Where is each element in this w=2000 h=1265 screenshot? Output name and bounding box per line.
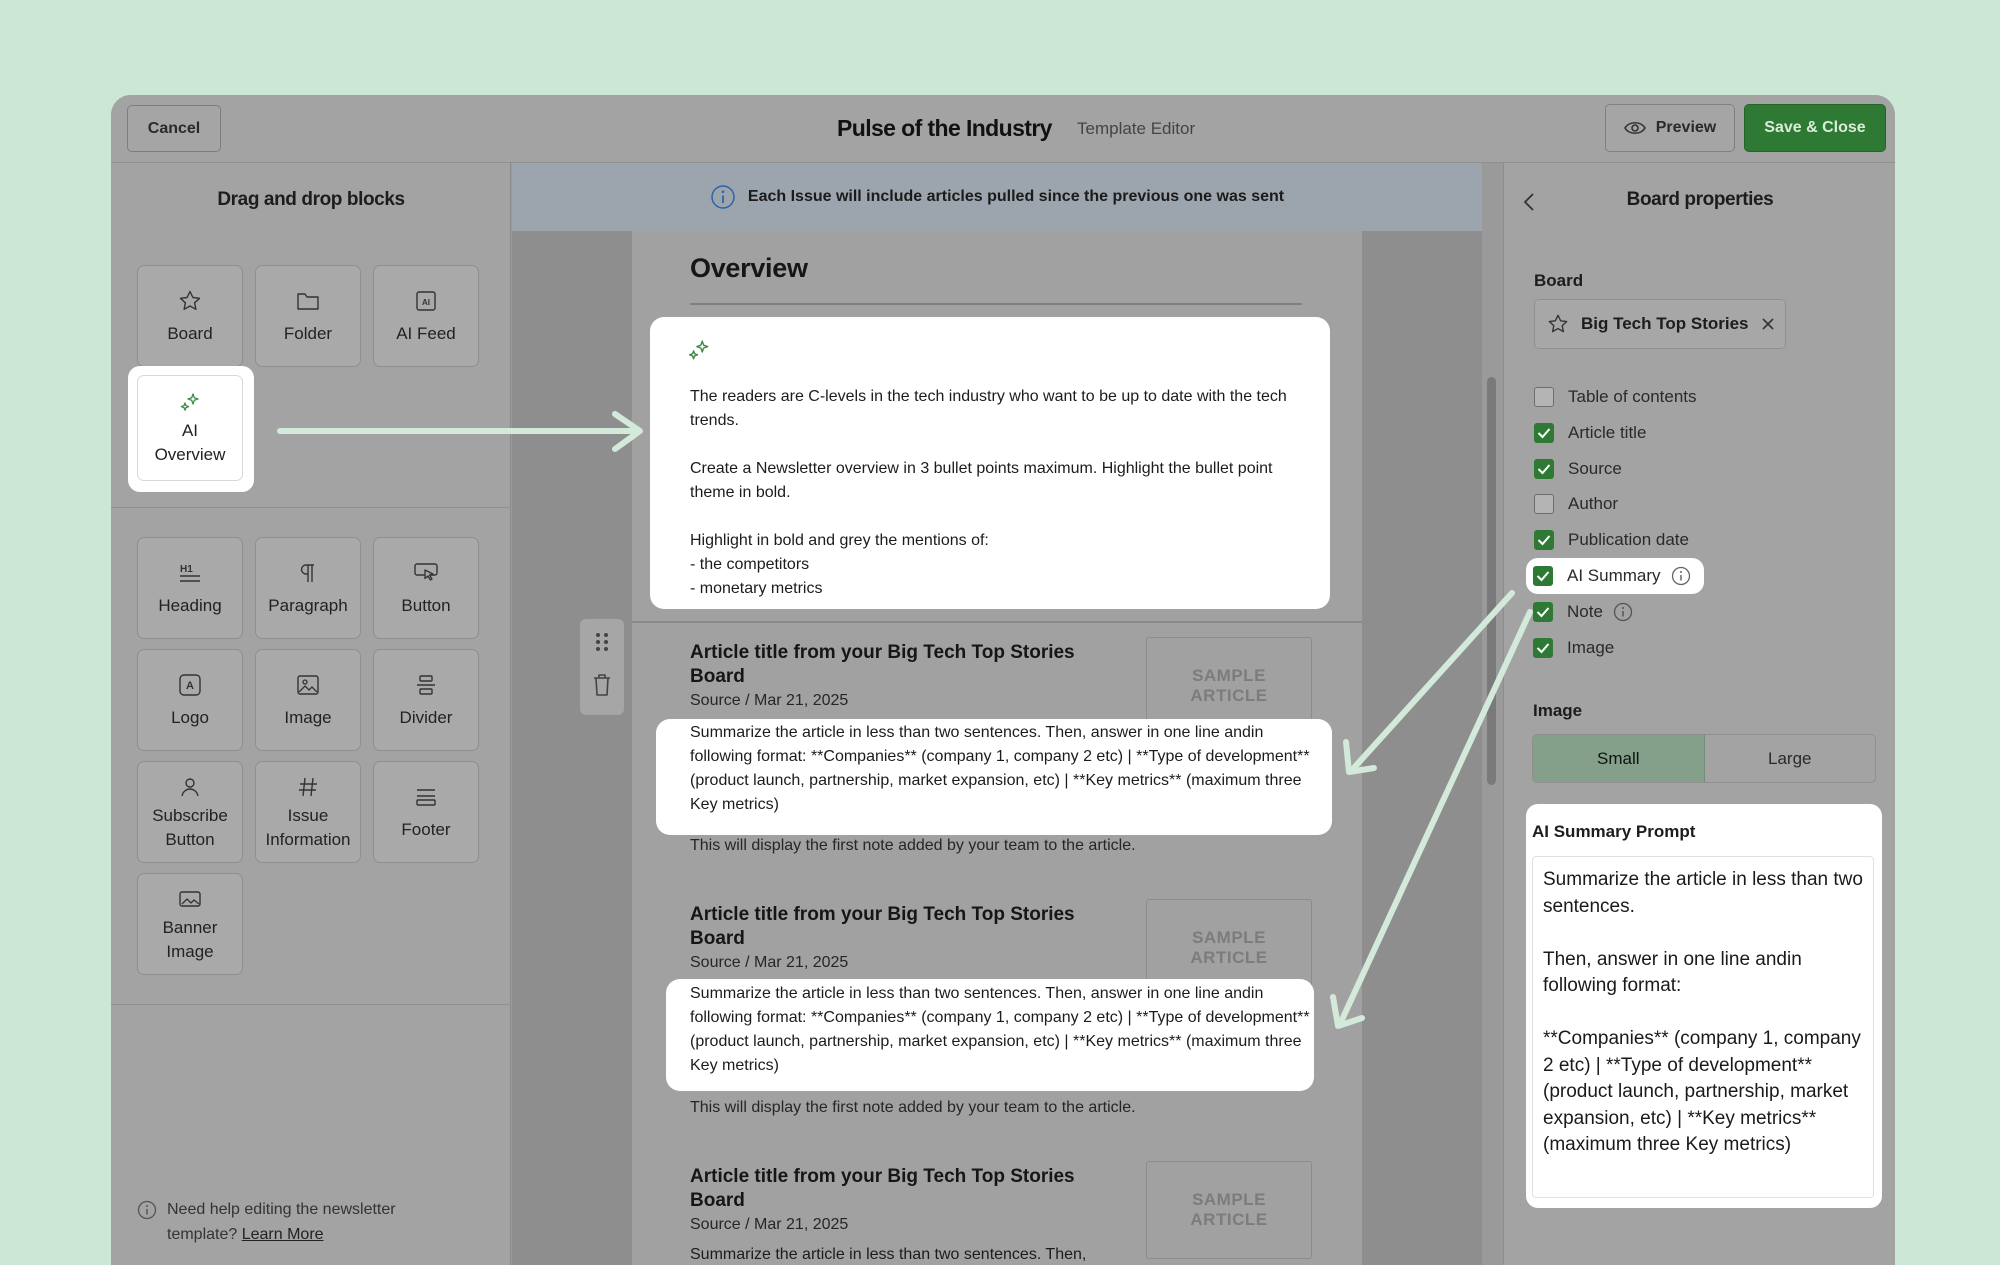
annotation-arrows <box>277 411 1533 1029</box>
arrow-to-summary-1 <box>1343 590 1515 775</box>
arrow-to-summary-2 <box>1330 609 1533 1029</box>
arrow-to-overview <box>277 411 643 452</box>
